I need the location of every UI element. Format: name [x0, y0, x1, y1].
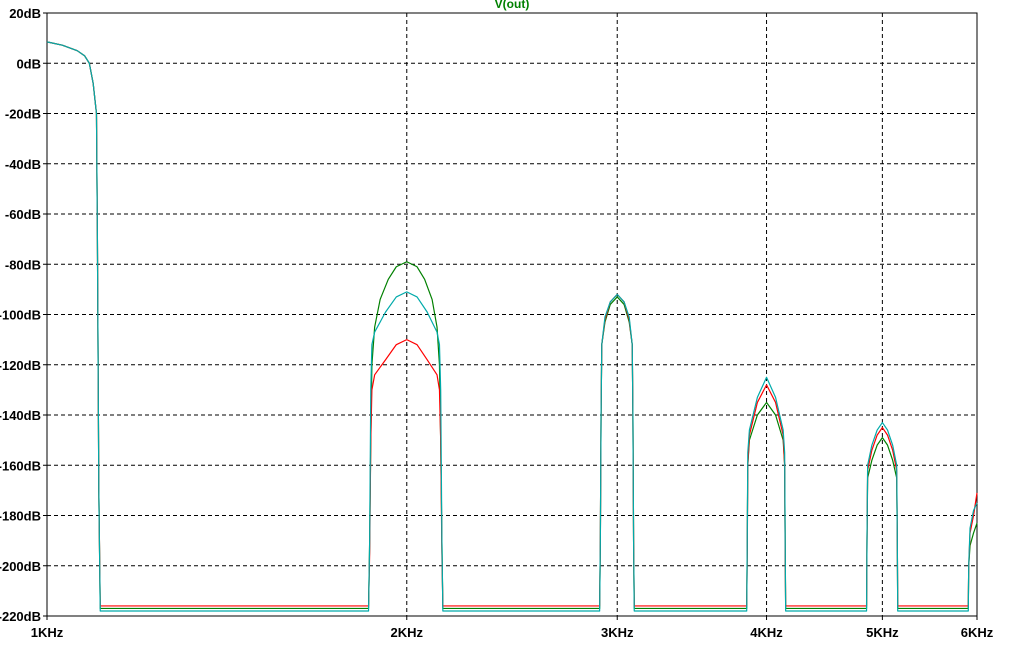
x-tick-label: 1KHz — [31, 625, 64, 640]
data-series — [46, 41, 978, 612]
y-tick-label: -160dB — [0, 458, 41, 473]
y-tick-label: -60dB — [5, 207, 41, 222]
y-tick-label: -180dB — [0, 509, 41, 524]
grid-lines — [47, 13, 977, 616]
series-line-3 — [46, 41, 978, 612]
y-tick-label: -200dB — [0, 559, 41, 574]
y-axis: 20dB 0dB -20dB -40dB -60dB -80dB -100dB -120dB -… — [0, 6, 47, 624]
y-tick-label: -20dB — [5, 107, 41, 122]
x-tick-label: 6KHz — [961, 625, 994, 640]
y-tick-label: 0dB — [16, 56, 41, 71]
x-tick-label: 2KHz — [391, 625, 424, 640]
y-tick-label: -40dB — [5, 157, 41, 172]
bode-plot: V(out) 20dB 0dB -20dB -40dB -60dB -80dB -100dB… — [0, 0, 994, 640]
x-tick-label: 5KHz — [866, 625, 899, 640]
y-tick-label: -140dB — [0, 408, 41, 423]
y-tick-label: 20dB — [9, 6, 41, 21]
series-line-2 — [46, 41, 978, 607]
y-tick-label: -120dB — [0, 358, 41, 373]
x-axis: 1KHz 2KHz 3KHz 4KHz 5KHz 6KHz — [31, 616, 994, 640]
y-tick-label: -80dB — [5, 257, 41, 272]
x-tick-label: 4KHz — [750, 625, 783, 640]
y-tick-label: -100dB — [0, 308, 41, 323]
y-tick-label: -220dB — [0, 609, 41, 624]
x-tick-label: 3KHz — [601, 625, 634, 640]
series-line-1 — [46, 41, 978, 610]
chart-title: V(out) — [495, 0, 530, 11]
